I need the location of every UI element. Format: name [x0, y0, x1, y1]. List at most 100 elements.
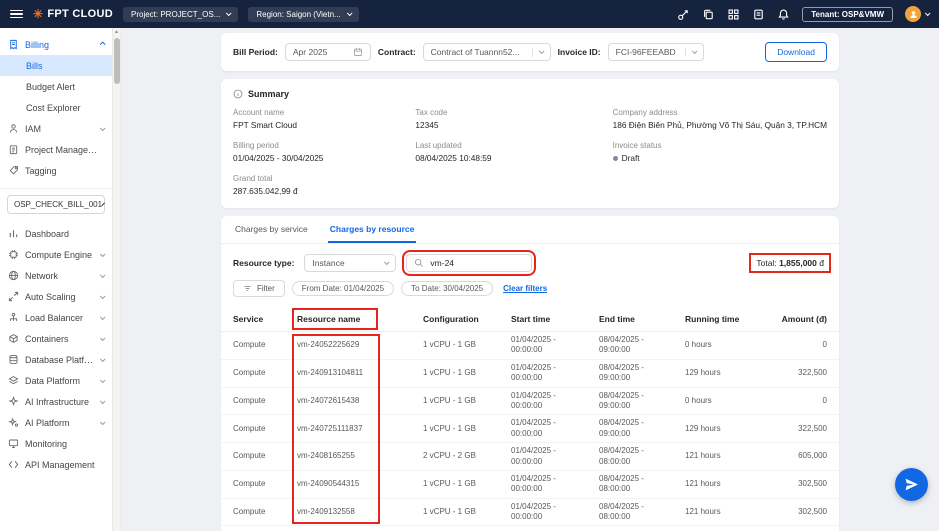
avatar	[905, 6, 921, 22]
sidebar-item-bills[interactable]: Bills	[0, 55, 112, 76]
download-button[interactable]: Download	[765, 42, 827, 62]
chevron-down-icon	[100, 419, 106, 425]
project-scope-value: OSP_CHECK_BILL_001	[14, 200, 102, 209]
scrollbar-thumb[interactable]	[114, 38, 120, 84]
sidebar-item-ai-infrastructure[interactable]: AI Infrastructure	[0, 391, 112, 412]
chevron-down-icon	[100, 377, 106, 383]
filter-chip[interactable]: From Date: 01/04/2025	[292, 281, 394, 296]
chevron-down-icon	[384, 259, 390, 265]
sidebar-item-load-balancer[interactable]: Load Balancer	[0, 307, 112, 328]
resource-search-input[interactable]	[430, 258, 524, 268]
summary-field-company-address: Company address186 Điện Biên Phủ, Phường…	[613, 108, 827, 130]
bell-icon[interactable]	[777, 8, 790, 21]
sidebar-item-auto-scaling[interactable]: Auto Scaling	[0, 286, 112, 307]
summary-card: Summary Account nameFPT Smart CloudTax c…	[221, 79, 839, 208]
sidebar-item-containers[interactable]: Containers	[0, 328, 112, 349]
sidebar-item-project-management[interactable]: Project Management	[0, 139, 112, 160]
sidebar-item-label: Database Platform	[25, 355, 94, 365]
region-selector[interactable]: Region: Saigon (Vietn...	[248, 7, 358, 22]
sidebar-item-ai-platform[interactable]: AI Platform	[0, 412, 112, 433]
hamburger-menu-icon[interactable]	[10, 10, 23, 19]
sidebar-scrollbar[interactable]: ▲	[113, 28, 121, 531]
cell-service: Compute	[233, 393, 297, 409]
cell-end-time: 08/04/2025 - 09:00:00	[599, 415, 685, 442]
sidebar-menu-billing-group: BillingBillsBudget Alert Cost Explorer IAM…	[0, 34, 112, 181]
network-icon	[8, 270, 19, 281]
project-management-icon	[8, 144, 19, 155]
sidebar-item-dashboard[interactable]: Dashboard	[0, 223, 112, 244]
sidebar-item-compute-engine[interactable]: Compute Engine	[0, 244, 112, 265]
load-balancer-icon	[8, 312, 19, 323]
auto-scaling-icon	[8, 291, 19, 302]
iam-icon	[8, 123, 19, 134]
table-row[interactable]: Computevm-240522256291 vCPU - 1 GB01/04/…	[221, 332, 839, 360]
cell-service: Compute	[233, 365, 297, 381]
sidebar-item-tagging[interactable]: Tagging	[0, 160, 112, 181]
sidebar-item-network[interactable]: Network	[0, 265, 112, 286]
summary-field-value: Draft	[613, 153, 827, 163]
cell-configuration: 1 vCPU - 1 GB	[423, 476, 511, 492]
logo-text: FPT CLOUD	[47, 8, 113, 20]
project-selector[interactable]: Project: PROJECT_OS...	[123, 7, 238, 22]
resource-search-box[interactable]	[406, 254, 532, 272]
table-row[interactable]: Computevm-240905443151 vCPU - 1 GB01/04/…	[221, 471, 839, 499]
contract-select[interactable]: Contract of Tuannn52...	[423, 43, 551, 61]
sidebar-divider	[0, 188, 112, 189]
user-menu[interactable]	[905, 6, 929, 22]
bill-period-picker[interactable]: Apr 2025	[285, 43, 371, 61]
sidebar-item-label: Cost Explorer	[26, 103, 81, 113]
tab-charges-by-resource[interactable]: Charges by resource	[328, 216, 417, 243]
summary-field-value: 287.635.042,99 đ	[233, 186, 415, 196]
sidebar-item-iam[interactable]: IAM	[0, 118, 112, 139]
table-row[interactable]: Computevm-24091325581 vCPU - 1 GB01/04/2…	[221, 499, 839, 527]
sidebar-item-data-platform[interactable]: Data Platform	[0, 370, 112, 391]
clear-filters-link[interactable]: Clear filters	[503, 284, 547, 293]
cell-amount: 322,500	[775, 365, 827, 381]
top-navbar: ✳ FPT CLOUD Project: PROJECT_OS... Regio…	[0, 0, 939, 28]
sidebar-item-monitoring[interactable]: Monitoring	[0, 433, 112, 454]
scroll-up-arrow-icon[interactable]: ▲	[114, 28, 119, 37]
table-row[interactable]: Computevm-2407251118371 vCPU - 1 GB01/04…	[221, 415, 839, 443]
containers-icon	[8, 333, 19, 344]
summary-field-last-updated: Last updated08/04/2025 10:48:59	[415, 141, 612, 163]
sidebar-item-cost-explorer[interactable]: Cost Explorer	[0, 97, 112, 118]
project-scope-select[interactable]: OSP_CHECK_BILL_001	[7, 195, 105, 214]
sidebar-item-api-management[interactable]: API Management	[0, 454, 112, 475]
filter-chip[interactable]: To Date: 30/04/2025	[401, 281, 493, 296]
column-header-end-time: End time	[599, 314, 685, 324]
filter-button[interactable]: Filter	[233, 280, 285, 297]
table-row[interactable]: Computevm-240726154381 vCPU - 1 GB01/04/…	[221, 388, 839, 416]
summary-field-billing-period: Billing period01/04/2025 - 30/04/2025	[233, 141, 415, 163]
table-row[interactable]: Computevm-24081652552 vCPU - 2 GB01/04/2…	[221, 443, 839, 471]
summary-field-account-name: Account nameFPT Smart Cloud	[233, 108, 415, 130]
sidebar-item-label: Compute Engine	[25, 250, 92, 260]
data-platform-icon	[8, 375, 19, 386]
chevron-down-icon	[100, 272, 106, 278]
sidebar-item-billing[interactable]: Billing	[0, 34, 112, 55]
sidebar-item-budget-alert[interactable]: Budget Alert	[0, 76, 112, 97]
table-row[interactable]: Computevm-2409131048111 vCPU - 1 GB01/04…	[221, 360, 839, 388]
cell-running-time: 129 hours	[685, 421, 775, 437]
sidebar-item-label: Containers	[25, 334, 69, 344]
resource-type-label: Resource type:	[233, 258, 294, 268]
chevron-up-icon	[100, 41, 106, 47]
total-label: Total:	[756, 258, 776, 268]
chat-send-icon	[904, 477, 919, 492]
chevron-down-icon	[100, 314, 106, 320]
project-selector-label: Project: PROJECT_OS...	[131, 10, 220, 19]
resource-type-select[interactable]: Instance	[304, 254, 396, 272]
tab-charges-by-service[interactable]: Charges by service	[233, 216, 310, 243]
divider	[685, 48, 686, 57]
docs-icon[interactable]	[752, 8, 765, 21]
copy-icon[interactable]	[702, 8, 715, 21]
tenant-selector[interactable]: Tenant: OSP&VMW	[802, 7, 893, 22]
charges-table: ServiceResource nameConfigurationStart t…	[221, 306, 839, 526]
sidebar-item-database-platform[interactable]: Database Platform	[0, 349, 112, 370]
contract-label: Contract:	[378, 47, 416, 57]
cell-running-time: 0 hours	[685, 337, 775, 353]
link-icon[interactable]	[677, 8, 690, 21]
apps-grid-icon[interactable]	[727, 8, 740, 21]
invoice-id-select[interactable]: FCI-96FEEABD	[608, 43, 704, 61]
support-chat-fab[interactable]	[895, 468, 928, 501]
column-header-resource-name: Resource name	[297, 314, 423, 324]
